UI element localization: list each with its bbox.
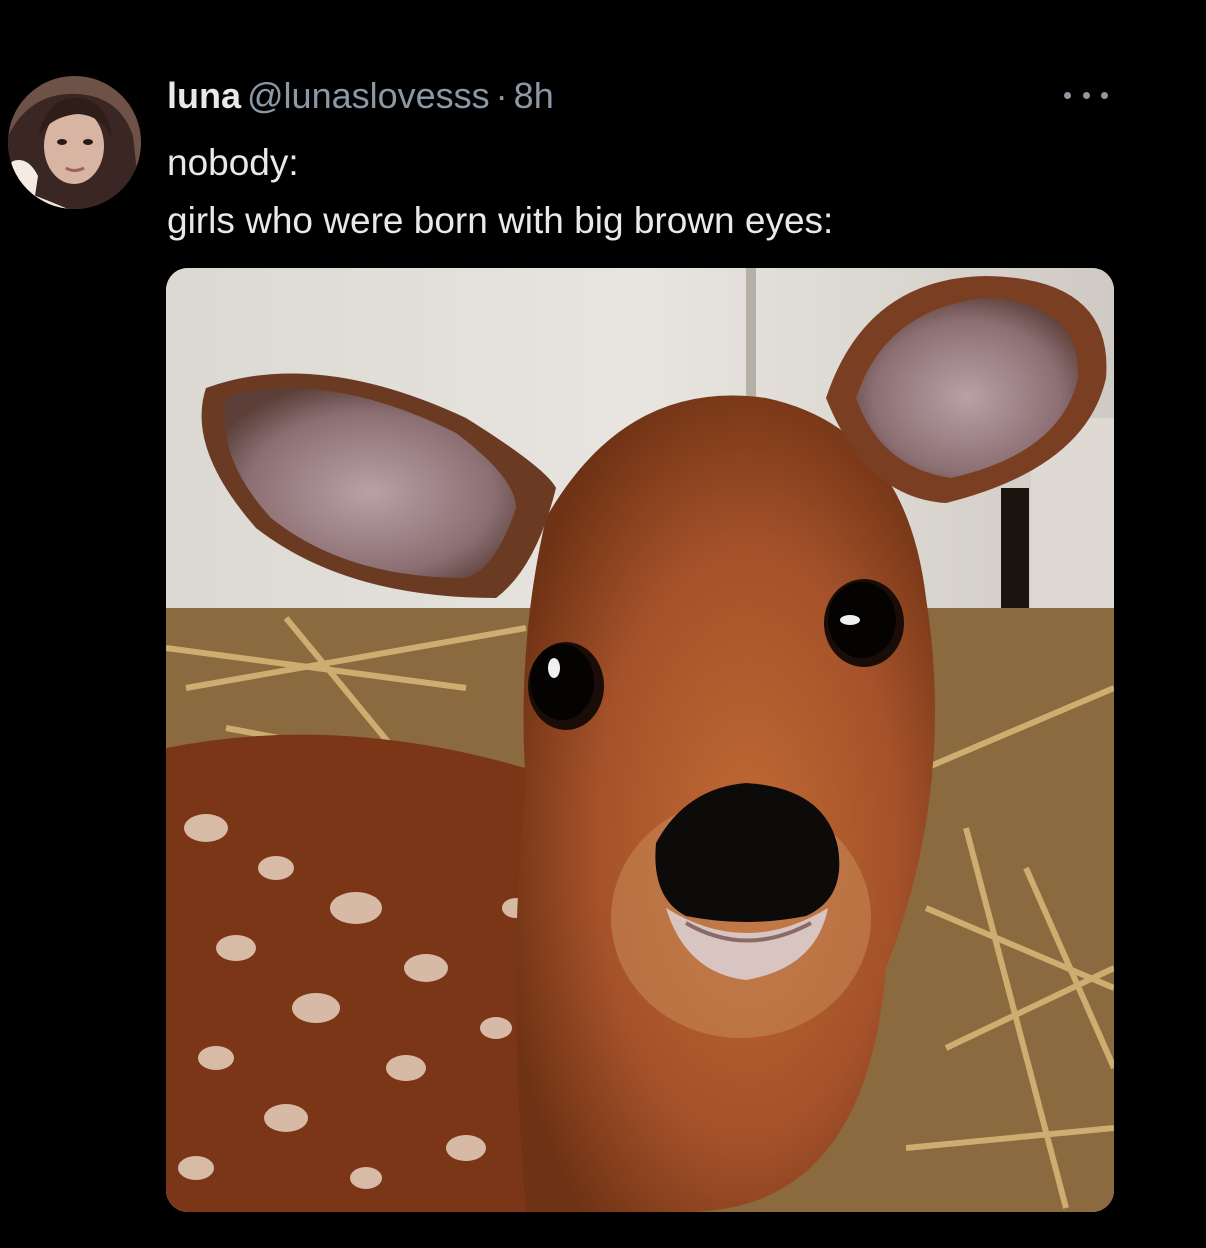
tweet-header: luna @lunaslovesss · 8h bbox=[167, 72, 554, 120]
display-name[interactable]: luna bbox=[167, 75, 241, 116]
timestamp[interactable]: 8h bbox=[514, 75, 554, 116]
more-options-button[interactable] bbox=[1060, 80, 1112, 110]
more-horizontal-icon bbox=[1064, 91, 1071, 99]
fawn-photo bbox=[166, 268, 1114, 1212]
more-horizontal-icon bbox=[1082, 91, 1090, 99]
tweet-text: nobody: girls who were born with big bro… bbox=[167, 134, 833, 250]
tweet-text-line: girls who were born with big brown eyes: bbox=[167, 200, 834, 241]
separator-dot: · bbox=[495, 75, 508, 116]
user-handle[interactable]: @lunaslovesss bbox=[247, 75, 490, 116]
avatar-image bbox=[8, 76, 141, 209]
avatar[interactable] bbox=[8, 76, 141, 209]
tweet-text-line: nobody: bbox=[167, 142, 299, 183]
more-horizontal-icon bbox=[1101, 91, 1108, 99]
tweet: luna @lunaslovesss · 8h nobody: girls who w… bbox=[0, 0, 1206, 1248]
tweet-media-image[interactable] bbox=[166, 268, 1114, 1212]
